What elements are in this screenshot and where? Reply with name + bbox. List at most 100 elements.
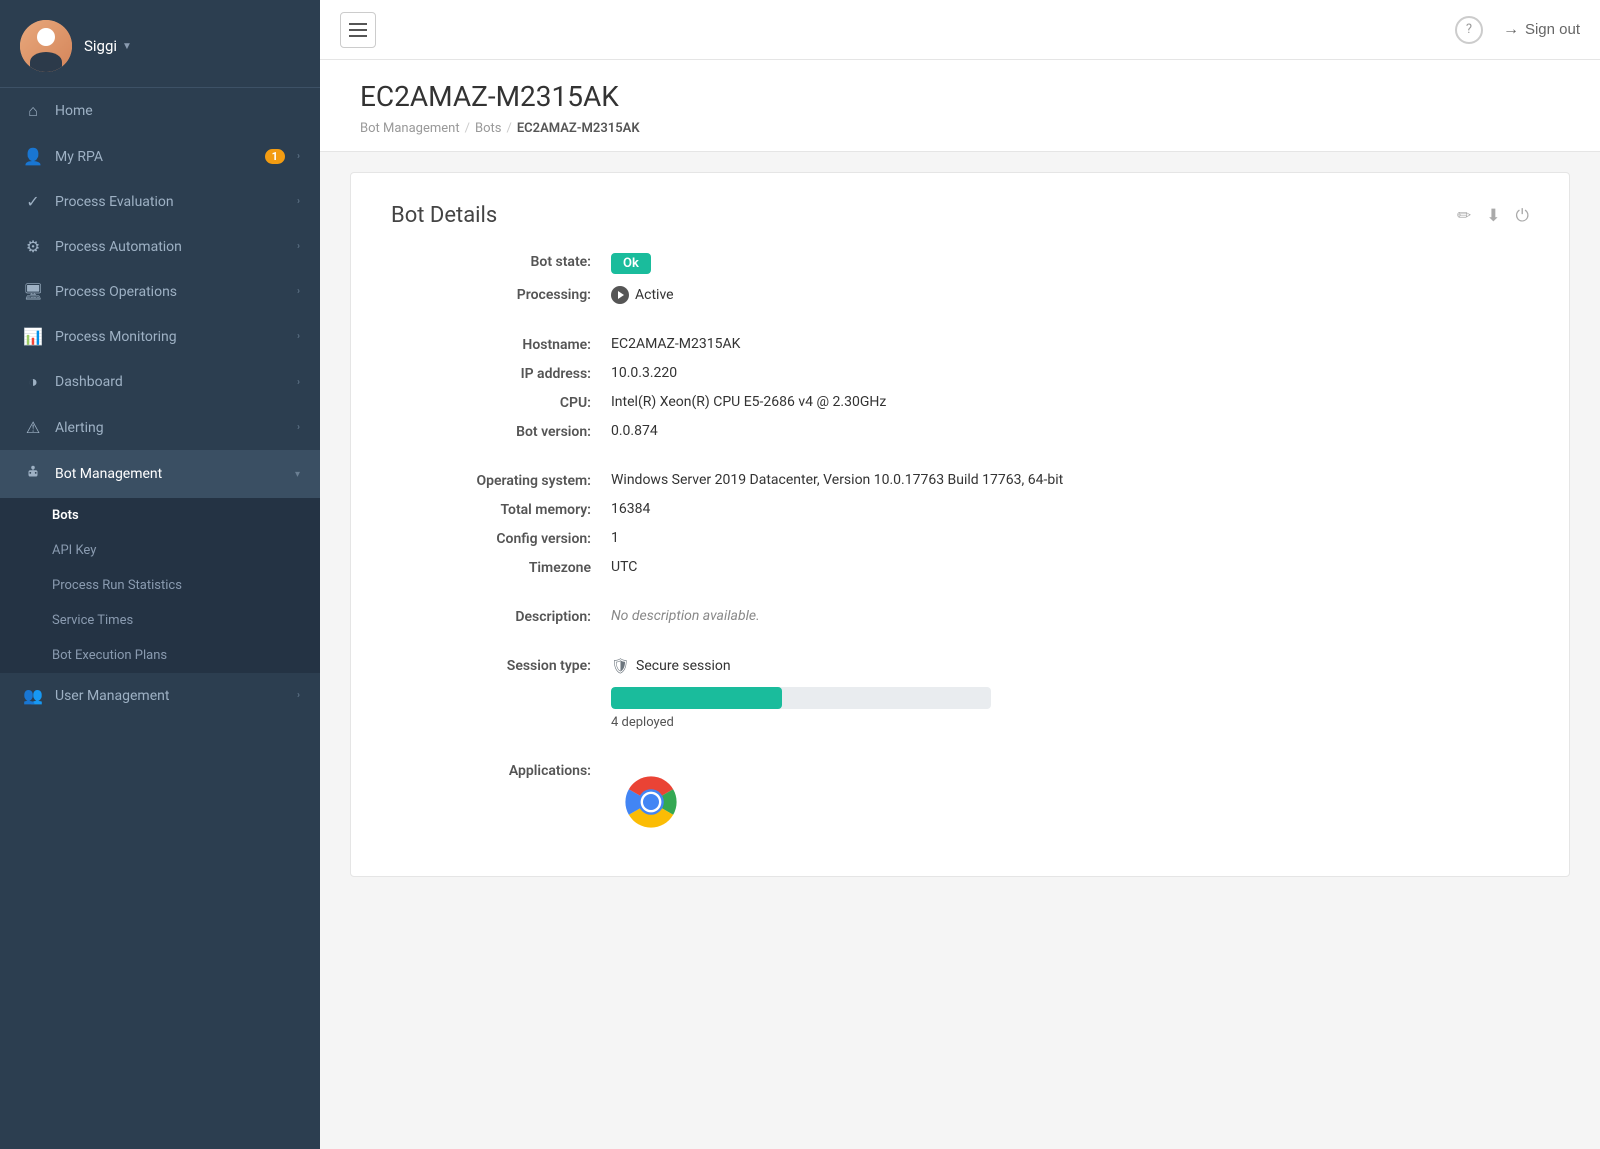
sidebar-label-alerting: Alerting [55, 420, 285, 436]
user-profile[interactable]: Siggi ▼ [0, 0, 320, 88]
hostname-value: EC2AMAZ-M2315AK [611, 336, 1291, 353]
bot-management-subitems: Bots API Key Process Run Statistics Serv… [0, 498, 320, 673]
bot-state-value: Ok [611, 253, 1291, 274]
bot-version-value: 0.0.874 [611, 423, 1291, 440]
config-version-label: Config version: [391, 530, 591, 547]
topbar: ? → Sign out [320, 0, 1600, 60]
chevron-right-icon: › [297, 151, 300, 162]
ip-address-label: IP address: [391, 365, 591, 382]
sidebar-item-process-operations[interactable]: 🖥 Process Operations › [0, 269, 320, 314]
chevron-right-icon: › [297, 196, 300, 207]
chevron-right-icon: › [297, 241, 300, 252]
breadcrumb-current: EC2AMAZ-M2315AK [517, 121, 640, 136]
help-button[interactable]: ? [1455, 16, 1483, 44]
sidebar-item-bot-management[interactable]: Bot Management ▾ [0, 450, 320, 498]
warning-icon: ⚠ [23, 418, 43, 437]
timezone-value: UTC [611, 559, 1291, 576]
edit-icon[interactable]: ✏ [1457, 206, 1471, 226]
sidebar-item-alerting[interactable]: ⚠ Alerting › [0, 405, 320, 450]
deploy-bar [611, 687, 782, 709]
applications-value [611, 762, 1291, 846]
deploy-bar-label-empty [391, 687, 591, 730]
shield-icon: 🛡 [611, 657, 630, 675]
sidebar-item-process-monitoring[interactable]: 📊 Process Monitoring › [0, 314, 320, 359]
session-type-value: 🛡 Secure session [611, 657, 1291, 675]
sign-out-button[interactable]: → Sign out [1503, 21, 1580, 39]
processing-label: Processing: [391, 286, 591, 304]
hostname-label: Hostname: [391, 336, 591, 353]
chevron-right-icon: › [297, 331, 300, 342]
breadcrumb-bots[interactable]: Bots [475, 121, 501, 136]
memory-label: Total memory: [391, 501, 591, 518]
chevron-right-icon: › [297, 690, 300, 701]
sidebar-subitem-service-times[interactable]: Service Times [0, 603, 320, 638]
main-content: ? → Sign out EC2AMAZ-M2315AK Bot Managem… [320, 0, 1600, 1149]
sidebar-item-process-evaluation[interactable]: ✓ Process Evaluation › [0, 179, 320, 224]
description-label: Description: [391, 608, 591, 625]
ip-address-value: 10.0.3.220 [611, 365, 1291, 382]
sidebar-item-home[interactable]: ⌂ Home [0, 88, 320, 134]
deploy-bar-section: 4 deployed [611, 687, 1291, 730]
sidebar-subitem-process-run-statistics[interactable]: Process Run Statistics [0, 568, 320, 603]
chevron-right-icon: › [297, 422, 300, 433]
cpu-label: CPU: [391, 394, 591, 411]
avatar [20, 20, 72, 72]
bot-state-label: Bot state: [391, 253, 591, 274]
chevron-down-icon: ▾ [295, 469, 300, 480]
session-type-label: Session type: [391, 657, 591, 675]
sidebar-label-process-automation: Process Automation [55, 239, 285, 255]
timezone-label: Timezone [391, 559, 591, 576]
deploy-count-label: 4 deployed [611, 715, 1291, 730]
page-title: EC2AMAZ-M2315AK [360, 80, 1560, 113]
sidebar-subitem-bots[interactable]: Bots [0, 498, 320, 533]
check-icon: ✓ [23, 192, 43, 211]
bot-details-card: Bot Details ✏ ⬇ ⏻ Bot state: Ok Processi… [350, 172, 1570, 877]
breadcrumb-bot-management[interactable]: Bot Management [360, 121, 460, 136]
applications-label: Applications: [391, 762, 591, 846]
sidebar-item-dashboard[interactable]: ◑ Dashboard › [0, 359, 320, 405]
card-header: Bot Details ✏ ⬇ ⏻ [391, 203, 1529, 228]
user-icon: 👤 [23, 147, 43, 166]
monitor-icon: 📊 [23, 327, 43, 346]
user-name-text: Siggi [84, 37, 117, 55]
deploy-bar-wrapper [611, 687, 991, 709]
sidebar-item-my-rpa[interactable]: 👤 My RPA 1 › [0, 134, 320, 179]
users-icon: 👥 [23, 686, 43, 705]
card-title: Bot Details [391, 203, 497, 228]
os-label: Operating system: [391, 472, 591, 489]
home-icon: ⌂ [23, 101, 43, 121]
sidebar-label-user-management: User Management [55, 688, 285, 704]
user-name[interactable]: Siggi ▼ [84, 37, 132, 55]
memory-value: 16384 [611, 501, 1291, 518]
sidebar: Siggi ▼ ⌂ Home 👤 My RPA 1 › ✓ Process Ev… [0, 0, 320, 1149]
detail-grid: Bot state: Ok Processing: Active Hostnam… [391, 253, 1291, 846]
bot-state-badge: Ok [611, 253, 651, 274]
sidebar-subitem-api-key[interactable]: API Key [0, 533, 320, 568]
breadcrumb: Bot Management / Bots / EC2AMAZ-M2315AK [360, 121, 1560, 136]
processing-value: Active [611, 286, 1291, 304]
breadcrumb-separator-2: / [506, 121, 511, 136]
sidebar-item-user-management[interactable]: 👥 User Management › [0, 673, 320, 718]
chevron-down-icon: ▼ [122, 41, 132, 52]
cpu-value: Intel(R) Xeon(R) CPU E5-2686 v4 @ 2.30GH… [611, 394, 1291, 411]
play-icon [611, 286, 629, 304]
sidebar-label-dashboard: Dashboard [55, 374, 285, 390]
sidebar-label-my-rpa: My RPA [55, 149, 253, 165]
sidebar-label-home: Home [55, 103, 300, 119]
pie-icon: ◑ [23, 372, 43, 392]
config-version-value: 1 [611, 530, 1291, 547]
sidebar-label-bot-management: Bot Management [55, 466, 283, 482]
menu-toggle-button[interactable] [340, 12, 376, 48]
download-icon[interactable]: ⬇ [1486, 206, 1500, 226]
sidebar-item-process-automation[interactable]: ⚙ Process Automation › [0, 224, 320, 269]
page-header: EC2AMAZ-M2315AK Bot Management / Bots / … [320, 60, 1600, 152]
sign-out-label: Sign out [1525, 21, 1580, 38]
desktop-icon: 🖥 [23, 282, 43, 301]
sidebar-label-process-monitoring: Process Monitoring [55, 329, 285, 345]
breadcrumb-separator-1: / [465, 121, 470, 136]
sidebar-subitem-bot-execution-plans[interactable]: Bot Execution Plans [0, 638, 320, 673]
power-icon[interactable]: ⏻ [1516, 206, 1529, 226]
cog-icon: ⚙ [23, 237, 43, 256]
processing-text: Active [635, 287, 674, 303]
sidebar-label-process-operations: Process Operations [55, 284, 285, 300]
